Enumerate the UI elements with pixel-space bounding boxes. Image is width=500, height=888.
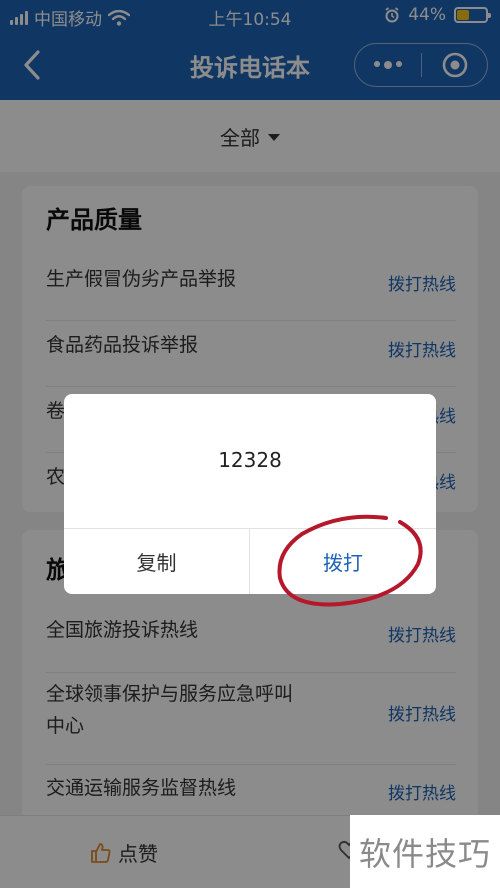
watermark: 软件技巧 (350, 815, 500, 888)
phone-call-dialog: 12328 复制 拨打 (64, 394, 436, 594)
phone-number: 12328 (218, 448, 282, 472)
call-button[interactable]: 拨打 (250, 528, 436, 594)
copy-button[interactable]: 复制 (64, 528, 249, 594)
